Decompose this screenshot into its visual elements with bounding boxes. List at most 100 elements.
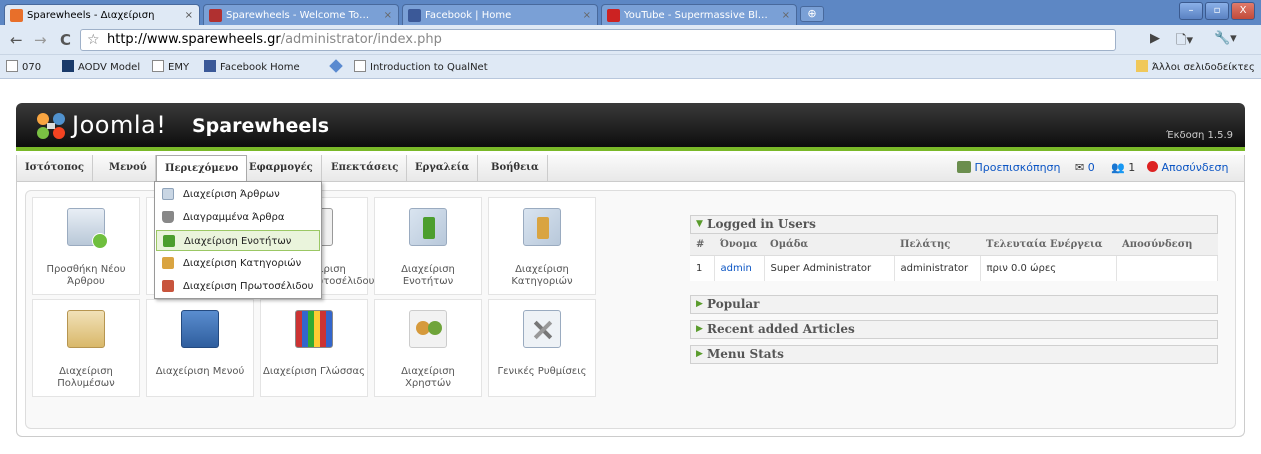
logout-link[interactable]: Αποσύνδεση <box>1147 161 1228 174</box>
dropdown-item-sections[interactable]: Διαχείριση Ενοτήτων <box>156 230 320 251</box>
minimize-button[interactable]: – <box>1179 2 1203 20</box>
tab-close-icon[interactable]: × <box>384 5 392 25</box>
joomla-logo-icon <box>37 113 65 139</box>
messages-count[interactable]: ✉ 0 <box>1075 161 1095 174</box>
col-name: Όνομα <box>714 234 764 256</box>
forward-arrow-icon[interactable]: → <box>34 31 47 49</box>
tab-title: Sparewheels - Welcome To… <box>226 10 370 21</box>
menu-site[interactable]: Ιστότοπος <box>17 155 93 181</box>
close-window-button[interactable]: X <box>1231 2 1255 20</box>
version-label: Έκδοση 1.5.9 <box>1166 130 1233 141</box>
user-admin-link[interactable]: admin <box>721 263 752 274</box>
users-icon: 👥 <box>1111 161 1125 174</box>
new-tab-button[interactable]: ⊕ <box>800 6 824 22</box>
window-controls: – ▫ X <box>1179 2 1255 20</box>
back-arrow-icon[interactable]: ← <box>10 31 23 49</box>
media-icon <box>67 310 105 348</box>
row-logout[interactable] <box>1116 255 1218 281</box>
admin-menubar: Ιστότοπος Μενού Περιεχόμενο Εφαρμογές Επ… <box>16 155 1245 182</box>
play-icon[interactable]: ▶ <box>1150 31 1160 46</box>
bookmark-label: EMY <box>168 62 190 73</box>
page-menu-icon[interactable]: 🗋▾ <box>1176 31 1193 53</box>
sections-button[interactable]: Διαχείριση Ενοτήτων <box>374 197 482 295</box>
categories-button[interactable]: Διαχείριση Κατηγοριών <box>488 197 596 295</box>
row-group: Super Administrator <box>764 255 895 281</box>
url-host: http://www.sparewheels.gr <box>107 32 281 47</box>
tab-youtube[interactable]: YouTube - Supermassive Bl… × <box>601 4 797 25</box>
language-button[interactable]: Διαχείριση Γλώσσας <box>260 299 368 397</box>
nam-icon <box>62 60 74 72</box>
logout-icon <box>1147 161 1158 172</box>
menu-extensions[interactable]: Επεκτάσεις <box>323 155 408 181</box>
row-num: 1 <box>690 255 715 281</box>
tab-sparewheels-welcome[interactable]: Sparewheels - Welcome To… × <box>203 4 399 25</box>
menu-content[interactable]: Περιεχόμενο <box>156 155 248 181</box>
bookmark-label: Facebook Home <box>220 62 300 73</box>
table-row: 1 admin Super Administrator administrato… <box>690 255 1218 281</box>
add-article-icon <box>67 208 108 249</box>
menu-stats-header[interactable]: ▶ Menu Stats <box>690 345 1218 364</box>
address-bar[interactable]: ☆ http://www.sparewheels.gr/administrato… <box>80 29 1116 51</box>
config-button[interactable]: Γενικές Ρυθμίσεις <box>488 299 596 397</box>
media-button[interactable]: Διαχείριση Πολυμέσων <box>32 299 140 397</box>
wrench-menu-icon[interactable]: 🔧▾ <box>1214 31 1237 46</box>
tab-facebook[interactable]: Facebook | Home × <box>402 4 598 25</box>
collapsed-arrow-icon: ▶ <box>696 349 703 359</box>
users-button[interactable]: Διαχείριση Χρηστών <box>374 299 482 397</box>
dropdown-item-label: Διαχείριση Ενοτήτων <box>184 236 292 247</box>
maximize-button[interactable]: ▫ <box>1205 2 1229 20</box>
tab-close-icon[interactable]: × <box>583 5 591 25</box>
bookmark-aodv[interactable]: AODV Model <box>62 60 140 73</box>
home-icon <box>162 280 174 292</box>
tab-close-icon[interactable]: × <box>782 5 790 25</box>
site-favicon-icon <box>209 9 222 22</box>
joomla-wordmark: Joomla! <box>72 111 167 139</box>
reload-icon[interactable]: C <box>60 31 71 49</box>
preview-link[interactable]: Προεπισκόπηση <box>957 161 1061 174</box>
users-value: 1 <box>1128 161 1136 174</box>
popular-title: Popular <box>707 297 760 311</box>
site-name: Sparewheels <box>192 115 330 137</box>
recent-articles-title: Recent added Articles <box>707 322 855 336</box>
other-bookmarks[interactable]: Άλλοι σελιδοδείκτες <box>1136 60 1255 73</box>
tab-close-icon[interactable]: × <box>185 5 193 25</box>
col-logout: Αποσύνδεση <box>1116 234 1218 256</box>
section-icon <box>163 235 175 247</box>
language-label: Διαχείριση Γλώσσας <box>263 366 365 377</box>
recent-articles-header[interactable]: ▶ Recent added Articles <box>690 320 1218 339</box>
trash-icon <box>162 211 174 223</box>
menu-tools[interactable]: Εργαλεία <box>407 155 479 181</box>
dropdown-item-label: Διαχείριση Άρθρων <box>183 189 280 200</box>
page-icon <box>354 60 366 72</box>
page-icon <box>152 60 164 72</box>
menu-help[interactable]: Βοήθεια <box>483 155 548 181</box>
bookmark-star-icon[interactable]: ☆ <box>87 30 100 50</box>
add-article-button[interactable]: Προσθήκη Νέου Άρθρου <box>32 197 140 295</box>
diamond-icon <box>329 59 343 73</box>
dropdown-item-categories[interactable]: Διαχείριση Κατηγοριών <box>156 253 320 274</box>
dropdown-item-frontpage[interactable]: Διαχείριση Πρωτοσέλιδου <box>156 276 320 297</box>
menus-button[interactable]: Διαχείριση Μενού <box>146 299 254 397</box>
menu-components[interactable]: Εφαρμογές <box>241 155 322 181</box>
bookmark-070[interactable]: 070 <box>6 60 41 73</box>
bookmark-emy[interactable]: EMY <box>152 60 189 73</box>
dropdown-item-trash[interactable]: Διαγραμμένα Άρθρα <box>156 207 320 228</box>
menus-icon <box>181 310 219 348</box>
sections-label: Διαχείριση Ενοτήτων <box>401 264 455 287</box>
browser-tabstrip: Sparewheels - Διαχείριση × Sparewheels -… <box>0 0 1261 25</box>
tab-title: YouTube - Supermassive Bl… <box>624 10 768 21</box>
dropdown-item-articles[interactable]: Διαχείριση Άρθρων <box>156 184 320 205</box>
row-client: administrator <box>894 255 981 281</box>
collapsed-arrow-icon: ▶ <box>696 299 703 309</box>
logged-in-users-header[interactable]: ▼ Logged in Users <box>690 215 1218 234</box>
categories-icon <box>523 208 561 246</box>
messages-value: 0 <box>1087 161 1095 174</box>
menus-label: Διαχείριση Μενού <box>155 366 245 377</box>
users-count[interactable]: 👥 1 <box>1111 161 1135 174</box>
tab-sparewheels-admin[interactable]: Sparewheels - Διαχείριση × <box>4 4 200 25</box>
bookmark-facebook[interactable]: Facebook Home <box>204 60 300 73</box>
menu-menus[interactable]: Μενού <box>101 155 156 181</box>
col-num: # <box>690 234 714 256</box>
popular-header[interactable]: ▶ Popular <box>690 295 1218 314</box>
bookmark-qualnet[interactable]: Introduction to QualNet <box>329 59 488 73</box>
